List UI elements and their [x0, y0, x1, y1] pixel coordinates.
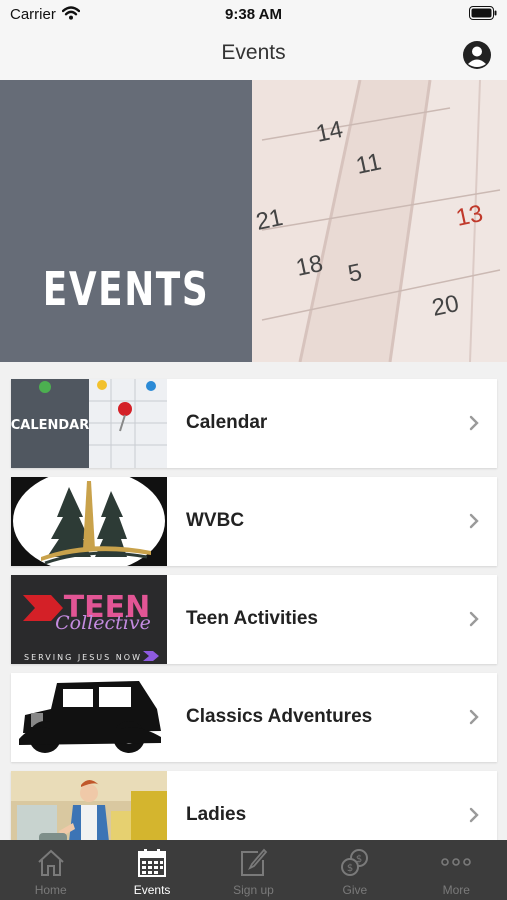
- home-icon: [38, 849, 64, 876]
- coins-icon: $ $: [340, 849, 368, 876]
- tab-give[interactable]: $ $ Give: [304, 840, 405, 900]
- svg-text:20: 20: [430, 290, 462, 322]
- event-label-wvbc: WVBC: [186, 510, 245, 531]
- profile-icon[interactable]: [462, 40, 492, 70]
- event-label-classics-adventures: Classics Adventures: [186, 706, 373, 727]
- battery-icon: [469, 6, 497, 20]
- event-label-ladies: Ladies: [186, 804, 247, 825]
- tab-sign-up[interactable]: Sign up: [203, 840, 304, 900]
- wvbc-logo-thumbnail: [11, 477, 167, 566]
- teen-collective-thumbnail: TEEN Collective SERVING JESUS NOW: [11, 575, 167, 664]
- event-list[interactable]: CALENDAR Calendar WVBC TEEN Collective S…: [0, 372, 507, 840]
- event-item-calendar[interactable]: CALENDAR Calendar: [11, 379, 497, 468]
- tab-label-events: Events: [133, 883, 171, 897]
- tab-label-home: Home: [34, 883, 67, 897]
- chevron-right-icon: [469, 611, 479, 627]
- tab-label-more: More: [442, 883, 470, 897]
- nav-bar: Events: [0, 28, 507, 80]
- tab-more[interactable]: More: [406, 840, 507, 900]
- tab-events[interactable]: Events: [101, 840, 202, 900]
- calendar-icon: [138, 849, 167, 877]
- thumb-tagline-text: SERVING JESUS NOW: [24, 653, 142, 662]
- calendar-thumbnail: CALENDAR: [11, 379, 167, 468]
- ladies-thumbnail: [11, 771, 167, 840]
- chevron-right-icon: [469, 415, 479, 431]
- event-item-wvbc[interactable]: WVBC: [11, 477, 497, 566]
- tab-home[interactable]: Home: [0, 840, 101, 900]
- status-time: 9:38 AM: [225, 6, 282, 23]
- edit-icon: [241, 848, 268, 876]
- classic-car-thumbnail: [11, 673, 167, 762]
- event-label-teen-activities: Teen Activities: [186, 608, 318, 629]
- page-title: Events: [221, 41, 286, 64]
- hero-title: EVENTS: [42, 262, 210, 316]
- chevron-right-icon: [469, 513, 479, 529]
- event-label-calendar: Calendar: [186, 412, 268, 433]
- event-item-ladies[interactable]: Ladies: [11, 771, 497, 840]
- tab-bar: Home Events Sign up $ $ Give More: [0, 840, 507, 900]
- svg-text:18: 18: [294, 250, 326, 282]
- tab-label-sign-up: Sign up: [233, 883, 274, 897]
- chevron-right-icon: [469, 709, 479, 725]
- svg-text:13: 13: [454, 200, 486, 232]
- thumb-collective-text: Collective: [55, 612, 151, 634]
- svg-text:14: 14: [314, 116, 346, 148]
- status-bar: Carrier 9:38 AM: [0, 0, 507, 28]
- event-item-classics-adventures[interactable]: Classics Adventures: [11, 673, 497, 762]
- svg-text:21: 21: [254, 204, 286, 236]
- more-icon: [441, 858, 472, 866]
- hero-calendar-image: 14 11 21 18 5 20 13: [0, 80, 507, 362]
- tab-label-give: Give: [342, 883, 368, 897]
- thumb-calendar-text: CALENDAR: [11, 418, 89, 433]
- chevron-right-icon: [469, 807, 479, 823]
- svg-text:$: $: [347, 863, 353, 874]
- event-item-teen-activities[interactable]: TEEN Collective SERVING JESUS NOW Teen A…: [11, 575, 497, 664]
- hero-banner: 14 11 21 18 5 20 13 EVENTS: [0, 80, 507, 362]
